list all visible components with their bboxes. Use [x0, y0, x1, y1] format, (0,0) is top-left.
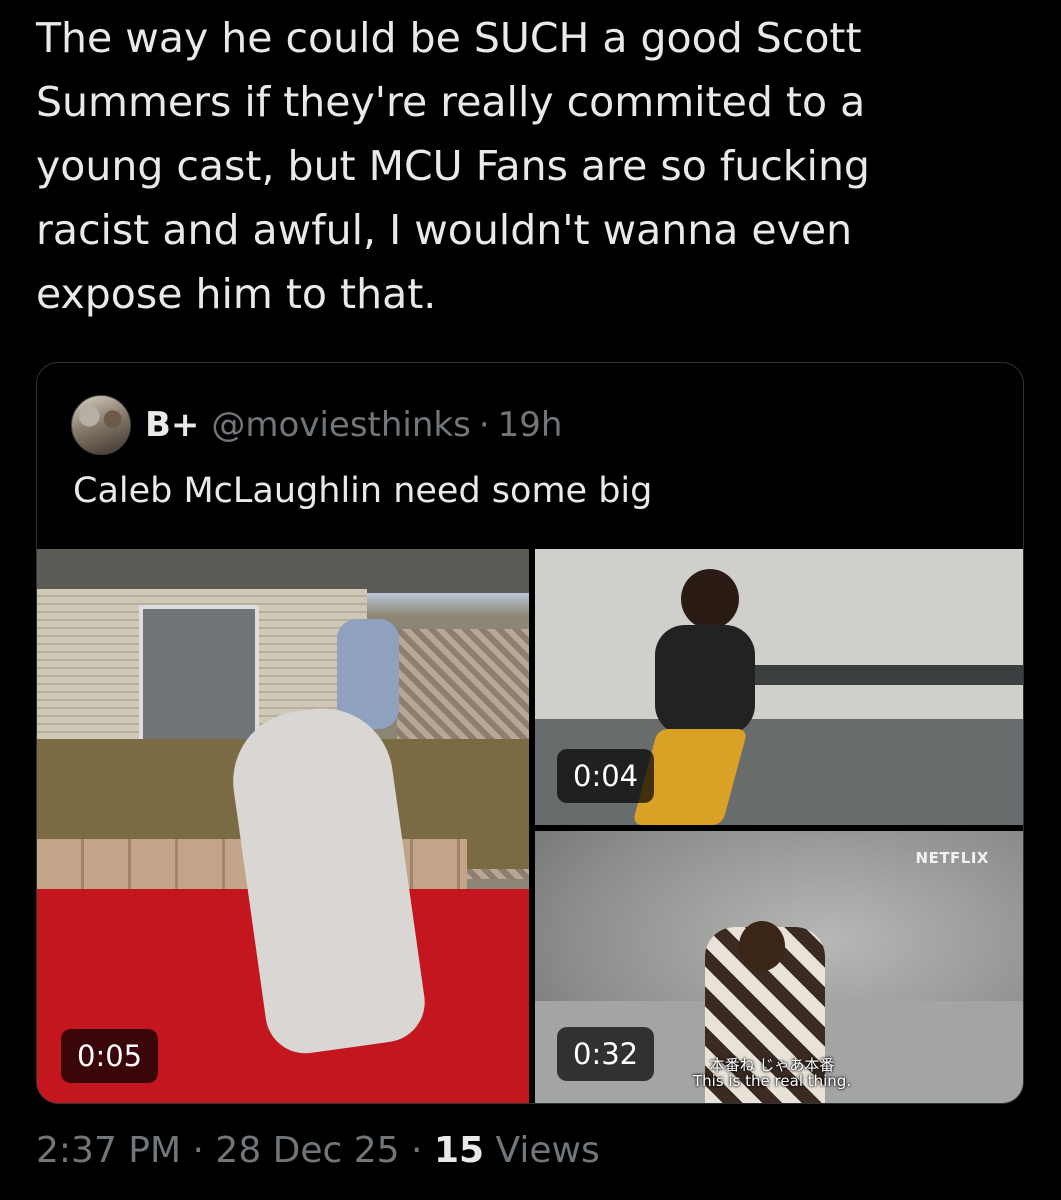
- tweet-time[interactable]: 2:37 PM: [36, 1130, 181, 1171]
- subtitle-english: This is the real thing.: [693, 1072, 852, 1090]
- video-thumbnail-3[interactable]: NETFLIX 本番ね じゃあ本番 This is the real thing…: [535, 831, 1023, 1103]
- tweet-meta: 2:37 PM · 28 Dec 25 · 15 Views: [36, 1130, 600, 1171]
- tweet-text: The way he could be SUCH a good Scott Su…: [36, 14, 870, 318]
- quoted-tweet-header: B+ @moviesthinks · 19h: [71, 395, 563, 455]
- separator-dot: ·: [478, 405, 490, 445]
- video-duration-badge: 0:32: [557, 1027, 655, 1081]
- quoted-timestamp[interactable]: 19h: [498, 405, 563, 445]
- subtitle-japanese: 本番ね じゃあ本番: [709, 1056, 835, 1074]
- separator-dot: ·: [192, 1130, 204, 1171]
- quoted-handle[interactable]: @moviesthinks: [211, 405, 470, 445]
- netflix-watermark: NETFLIX: [915, 849, 989, 867]
- tweet-date[interactable]: 28 Dec 25: [215, 1130, 399, 1171]
- video-thumbnail-2[interactable]: 0:04: [535, 549, 1023, 825]
- views-label: Views: [495, 1130, 600, 1171]
- avatar[interactable]: [71, 395, 131, 455]
- quoted-tweet-text: Caleb McLaughlin need some big: [73, 471, 653, 511]
- video-subtitles: 本番ね じゃあ本番 This is the real thing.: [693, 1057, 851, 1089]
- video-thumbnail-1[interactable]: 0:05: [37, 549, 529, 1103]
- video-duration-badge: 0:05: [61, 1029, 159, 1083]
- video-duration-badge: 0:04: [557, 749, 655, 803]
- quoted-tweet-card[interactable]: B+ @moviesthinks · 19h Caleb McLaughlin …: [36, 362, 1024, 1104]
- separator-dot: ·: [411, 1130, 423, 1171]
- views-count[interactable]: 15: [434, 1130, 484, 1171]
- quoted-display-name[interactable]: B+: [145, 405, 199, 445]
